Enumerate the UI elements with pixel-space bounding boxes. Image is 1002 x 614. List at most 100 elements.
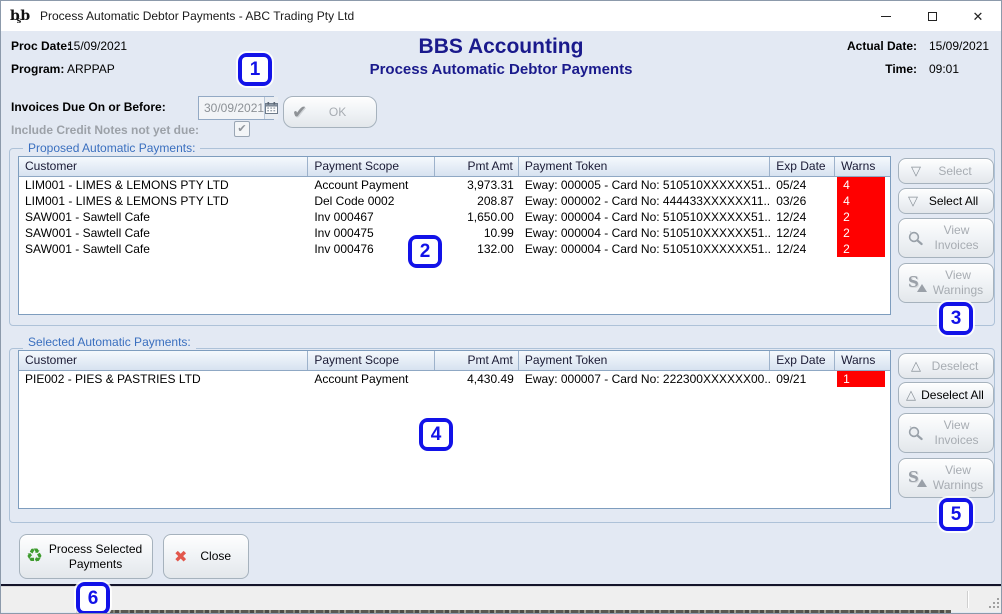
deselect-all-triangle-icon: △ (906, 387, 916, 403)
cell-customer: SAW001 - Sawtell Cafe (19, 225, 308, 241)
payment-row[interactable]: SAW001 - Sawtell Cafe Inv 000475 10.99 E… (19, 225, 890, 241)
warning-icon: S (907, 469, 927, 487)
select-button[interactable]: ▽ Select (898, 158, 994, 184)
cell-payment-scope: Del Code 0002 (308, 193, 435, 209)
title-bar: bsb Process Automatic Debtor Payments - … (1, 1, 1001, 31)
ok-check-icon: ✔ (292, 102, 307, 123)
deselect-triangle-icon: △ (911, 358, 921, 374)
program-value: ARPPAP (67, 62, 115, 76)
close-icon: ✕ (973, 10, 984, 23)
proposed-payments-table: Customer Payment Scope Pmt Amt Payment T… (18, 156, 891, 315)
cell-customer: SAW001 - Sawtell Cafe (19, 209, 308, 225)
minimize-icon (881, 16, 891, 17)
invoices-due-date-value: 30/09/2021 (199, 101, 264, 115)
proc-date-value: 15/09/2021 (67, 39, 127, 53)
page-title: Process Automatic Debtor Payments (370, 61, 633, 78)
minimize-button[interactable] (863, 1, 909, 31)
callout-4: 4 (419, 418, 453, 451)
cell-customer: SAW001 - Sawtell Cafe (19, 241, 308, 257)
include-credit-notes-label: Include Credit Notes not yet due: (11, 123, 199, 137)
close-window-button[interactable]: ✕ (955, 1, 1001, 31)
actual-date-label: Actual Date: (847, 39, 917, 53)
status-bar-divider (967, 591, 968, 608)
cell-payment-token: Eway: 000004 - Card No: 510510XXXXXX51..… (519, 209, 770, 225)
select-triangle-icon: ▽ (911, 163, 921, 179)
cell-pmt-amt: 132.00 (435, 241, 519, 257)
maximize-icon (928, 12, 937, 21)
cell-exp-date: 12/24 (770, 209, 835, 225)
maximize-button[interactable] (909, 1, 955, 31)
close-button[interactable]: ✖ Close (163, 534, 249, 579)
selected-group-label: Selected Automatic Payments: (23, 335, 196, 349)
column-header-pmt-amt: Pmt Amt (435, 351, 519, 370)
select-all-triangle-icon: ▽ (908, 193, 918, 209)
program-label: Program: (11, 62, 64, 76)
ok-button[interactable]: ✔ OK (283, 96, 377, 128)
cell-payment-scope: Inv 000467 (308, 209, 435, 225)
warns-badge: 2 (837, 225, 885, 241)
process-selected-payments-button[interactable]: ♻ Process Selected Payments (19, 534, 153, 579)
view-invoices-button-proposed[interactable]: View Invoices (898, 218, 994, 258)
column-header-payment-scope: Payment Scope (308, 157, 435, 176)
cell-exp-date: 09/21 (770, 371, 835, 387)
callout-5: 5 (939, 498, 973, 531)
warns-badge: 2 (837, 241, 885, 257)
invoices-due-date-field[interactable]: 30/09/2021 (198, 96, 274, 120)
recycle-icon: ♻ (26, 545, 43, 568)
window-controls: ✕ (863, 1, 1001, 31)
selected-table-header: Customer Payment Scope Pmt Amt Payment T… (19, 351, 890, 371)
payment-row[interactable]: LIM001 - LIMES & LEMONS PTY LTD Account … (19, 177, 890, 193)
time-value: 09:01 (929, 62, 959, 76)
background-artifact (76, 610, 951, 613)
time-label: Time: (885, 62, 917, 76)
column-header-pmt-amt: Pmt Amt (435, 157, 519, 176)
payment-row[interactable]: PIE002 - PIES & PASTRIES LTD Account Pay… (19, 371, 890, 387)
actual-date-value: 15/09/2021 (929, 39, 989, 53)
payment-row[interactable]: SAW001 - Sawtell Cafe Inv 000467 1,650.0… (19, 209, 890, 225)
cell-payment-scope: Account Payment (308, 371, 435, 387)
column-header-payment-token: Payment Token (519, 157, 770, 176)
column-header-warns: Warns (835, 351, 890, 370)
view-warnings-button-selected[interactable]: S View Warnings (898, 458, 994, 498)
view-warnings-button-proposed[interactable]: S View Warnings (898, 263, 994, 303)
calendar-icon (265, 102, 278, 114)
cell-payment-scope: Account Payment (308, 177, 435, 193)
magnifier-icon (907, 425, 924, 441)
warns-badge: 4 (837, 193, 885, 209)
app-logo-icon: bsb (10, 8, 34, 25)
cell-exp-date: 12/24 (770, 241, 835, 257)
include-credit-notes-checkbox[interactable]: ✔ (234, 121, 250, 137)
calendar-picker-button[interactable] (264, 97, 278, 119)
callout-6: 6 (76, 582, 110, 614)
status-bar (1, 586, 1002, 612)
resize-grip[interactable] (988, 597, 1001, 610)
proc-date-label: Proc Date: (11, 39, 71, 53)
cell-pmt-amt: 10.99 (435, 225, 519, 241)
cell-payment-token: Eway: 000004 - Card No: 510510XXXXXX51..… (519, 225, 770, 241)
payment-row[interactable]: LIM001 - LIMES & LEMONS PTY LTD Del Code… (19, 193, 890, 209)
cell-exp-date: 03/26 (770, 193, 835, 209)
column-header-exp-date: Exp Date (770, 157, 835, 176)
cell-customer: LIM001 - LIMES & LEMONS PTY LTD (19, 193, 308, 209)
callout-1: 1 (238, 53, 272, 86)
callout-3: 3 (939, 302, 973, 335)
magnifier-icon (907, 230, 924, 246)
cell-payment-token: Eway: 000005 - Card No: 510510XXXXXX51..… (519, 177, 770, 193)
cell-customer: PIE002 - PIES & PASTRIES LTD (19, 371, 308, 387)
cell-payment-token: Eway: 000002 - Card No: 444433XXXXXX11..… (519, 193, 770, 209)
cell-pmt-amt: 3,973.31 (435, 177, 519, 193)
column-header-warns: Warns (835, 157, 890, 176)
payment-row[interactable]: SAW001 - Sawtell Cafe Inv 000476 132.00 … (19, 241, 890, 257)
checkbox-check-icon: ✔ (237, 124, 246, 135)
view-invoices-button-selected[interactable]: View Invoices (898, 413, 994, 453)
close-x-icon: ✖ (174, 547, 187, 567)
select-all-button[interactable]: ▽ Select All (898, 188, 994, 214)
cell-exp-date: 05/24 (770, 177, 835, 193)
column-header-payment-scope: Payment Scope (308, 351, 435, 370)
deselect-button[interactable]: △ Deselect (898, 353, 994, 379)
deselect-all-button[interactable]: △ Deselect All (898, 382, 994, 408)
cell-exp-date: 12/24 (770, 225, 835, 241)
warns-badge: 4 (837, 177, 885, 193)
cell-payment-token: Eway: 000007 - Card No: 222300XXXXXX00..… (519, 371, 770, 387)
warns-badge: 2 (837, 209, 885, 225)
